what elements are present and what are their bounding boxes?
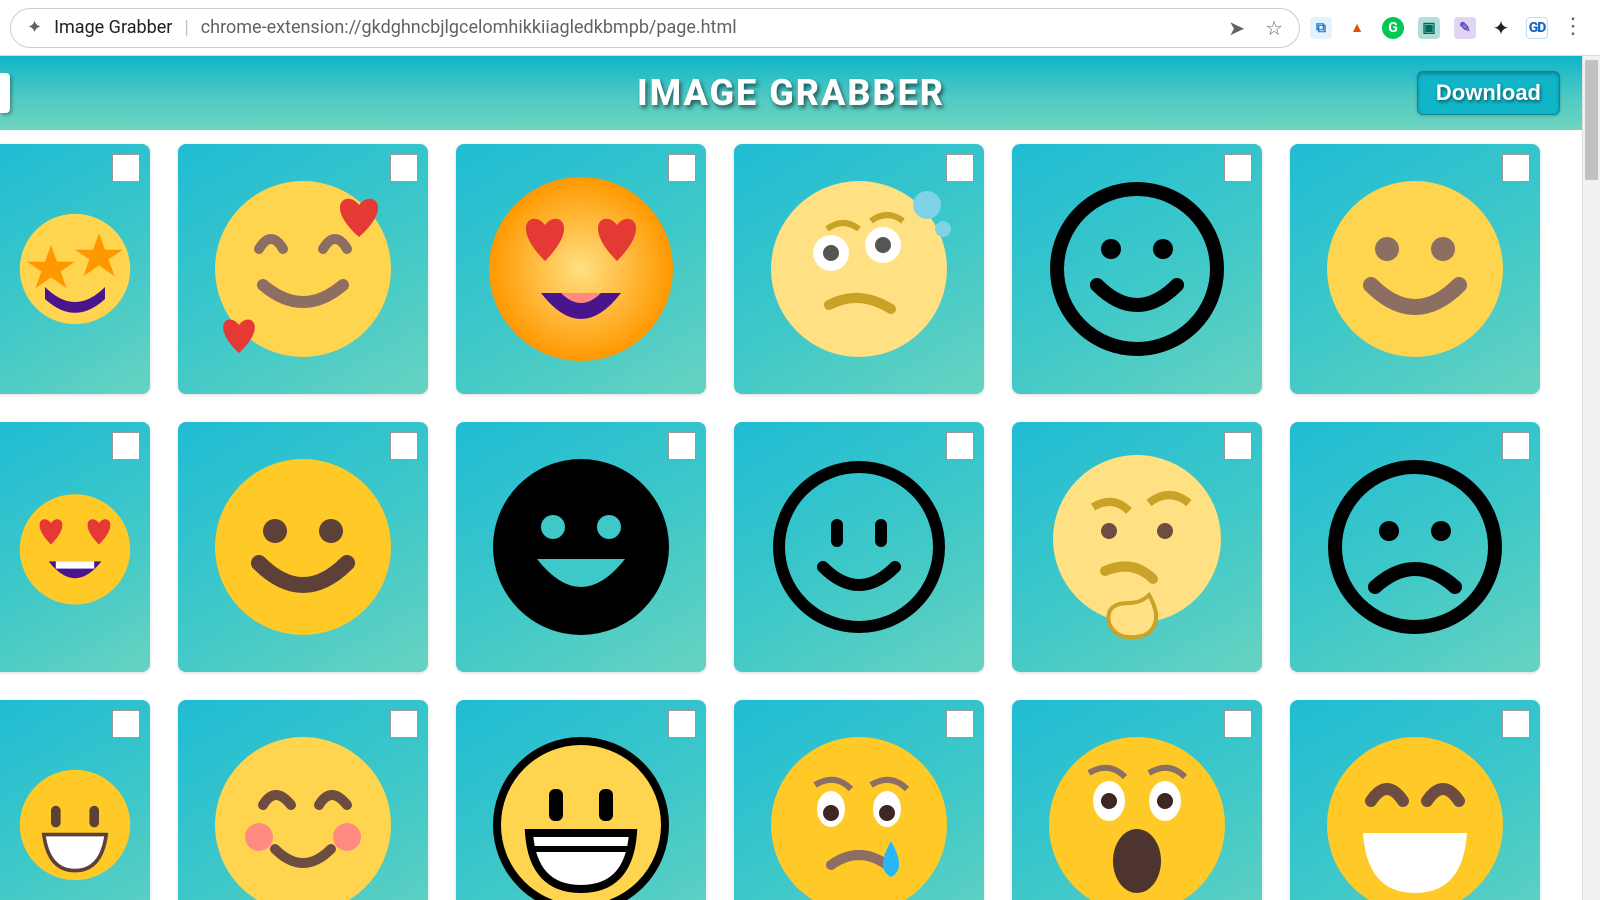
ext-icon-4[interactable]: ▣ [1418,17,1440,39]
image-tile[interactable] [1012,144,1262,394]
image-tile[interactable] [734,422,984,672]
omnibox-sep: | [184,17,188,38]
select-checkbox[interactable] [1502,432,1530,460]
browser-address-bar: ✦ Image Grabber | chrome-extension://gkd… [0,0,1600,56]
select-checkbox[interactable] [668,154,696,182]
page-title-in-omnibox: Image Grabber [54,17,172,38]
bookmark-star-icon[interactable]: ☆ [1265,16,1283,40]
image-tile[interactable] [1012,700,1262,900]
select-checkbox[interactable] [1224,710,1252,738]
ext-icon-2[interactable]: ▲ [1346,17,1368,39]
image-grid [0,144,1572,900]
vertical-scrollbar[interactable] [1582,56,1600,900]
omnibox[interactable]: ✦ Image Grabber | chrome-extension://gkd… [10,8,1300,48]
select-checkbox[interactable] [946,154,974,182]
ext-icon-1[interactable]: ⧉ [1310,17,1332,39]
extension-tray: ⧉ ▲ G ▣ ✎ ✦ GD ⋮ [1310,17,1590,39]
select-checkbox[interactable] [1502,154,1530,182]
image-tile[interactable] [178,422,428,672]
image-tile[interactable] [1290,422,1540,672]
select-checkbox[interactable] [946,710,974,738]
select-checkbox[interactable] [1224,154,1252,182]
image-tile[interactable] [1290,144,1540,394]
select-checkbox[interactable] [1224,432,1252,460]
select-checkbox[interactable] [112,154,140,182]
image-tile[interactable] [0,422,150,672]
image-tile[interactable] [1290,700,1540,900]
image-tile[interactable] [456,144,706,394]
ext-icon-5[interactable]: ✎ [1454,17,1476,39]
ext-icon-6[interactable]: GD [1526,17,1548,39]
image-tile[interactable] [178,144,428,394]
extensions-menu-icon[interactable]: ✦ [1490,17,1512,39]
image-tile[interactable] [0,700,150,900]
image-tile[interactable] [0,144,150,394]
select-checkbox[interactable] [390,154,418,182]
extension-icon: ✦ [27,17,42,38]
select-checkbox[interactable] [668,710,696,738]
select-all-edge[interactable] [0,73,10,113]
select-checkbox[interactable] [1502,710,1530,738]
select-checkbox[interactable] [112,432,140,460]
download-button[interactable]: Download [1417,71,1560,115]
ext-icon-3[interactable]: G [1382,17,1404,39]
chrome-menu-icon[interactable]: ⋮ [1562,17,1584,39]
select-checkbox[interactable] [112,710,140,738]
image-tile[interactable] [1012,422,1262,672]
app-title: IMAGE GRABBER [637,72,945,114]
select-checkbox[interactable] [390,432,418,460]
app-header: IMAGE GRABBER Download [0,56,1582,130]
send-icon[interactable]: ➤ [1228,16,1245,40]
select-checkbox[interactable] [390,710,418,738]
select-checkbox[interactable] [668,432,696,460]
scrollbar-thumb[interactable] [1585,60,1598,180]
image-tile[interactable] [456,422,706,672]
image-tile[interactable] [734,144,984,394]
image-tile[interactable] [456,700,706,900]
select-checkbox[interactable] [946,432,974,460]
page-url: chrome-extension://gkdghncbjlgcelomhikki… [201,17,737,38]
image-tile[interactable] [178,700,428,900]
image-tile[interactable] [734,700,984,900]
